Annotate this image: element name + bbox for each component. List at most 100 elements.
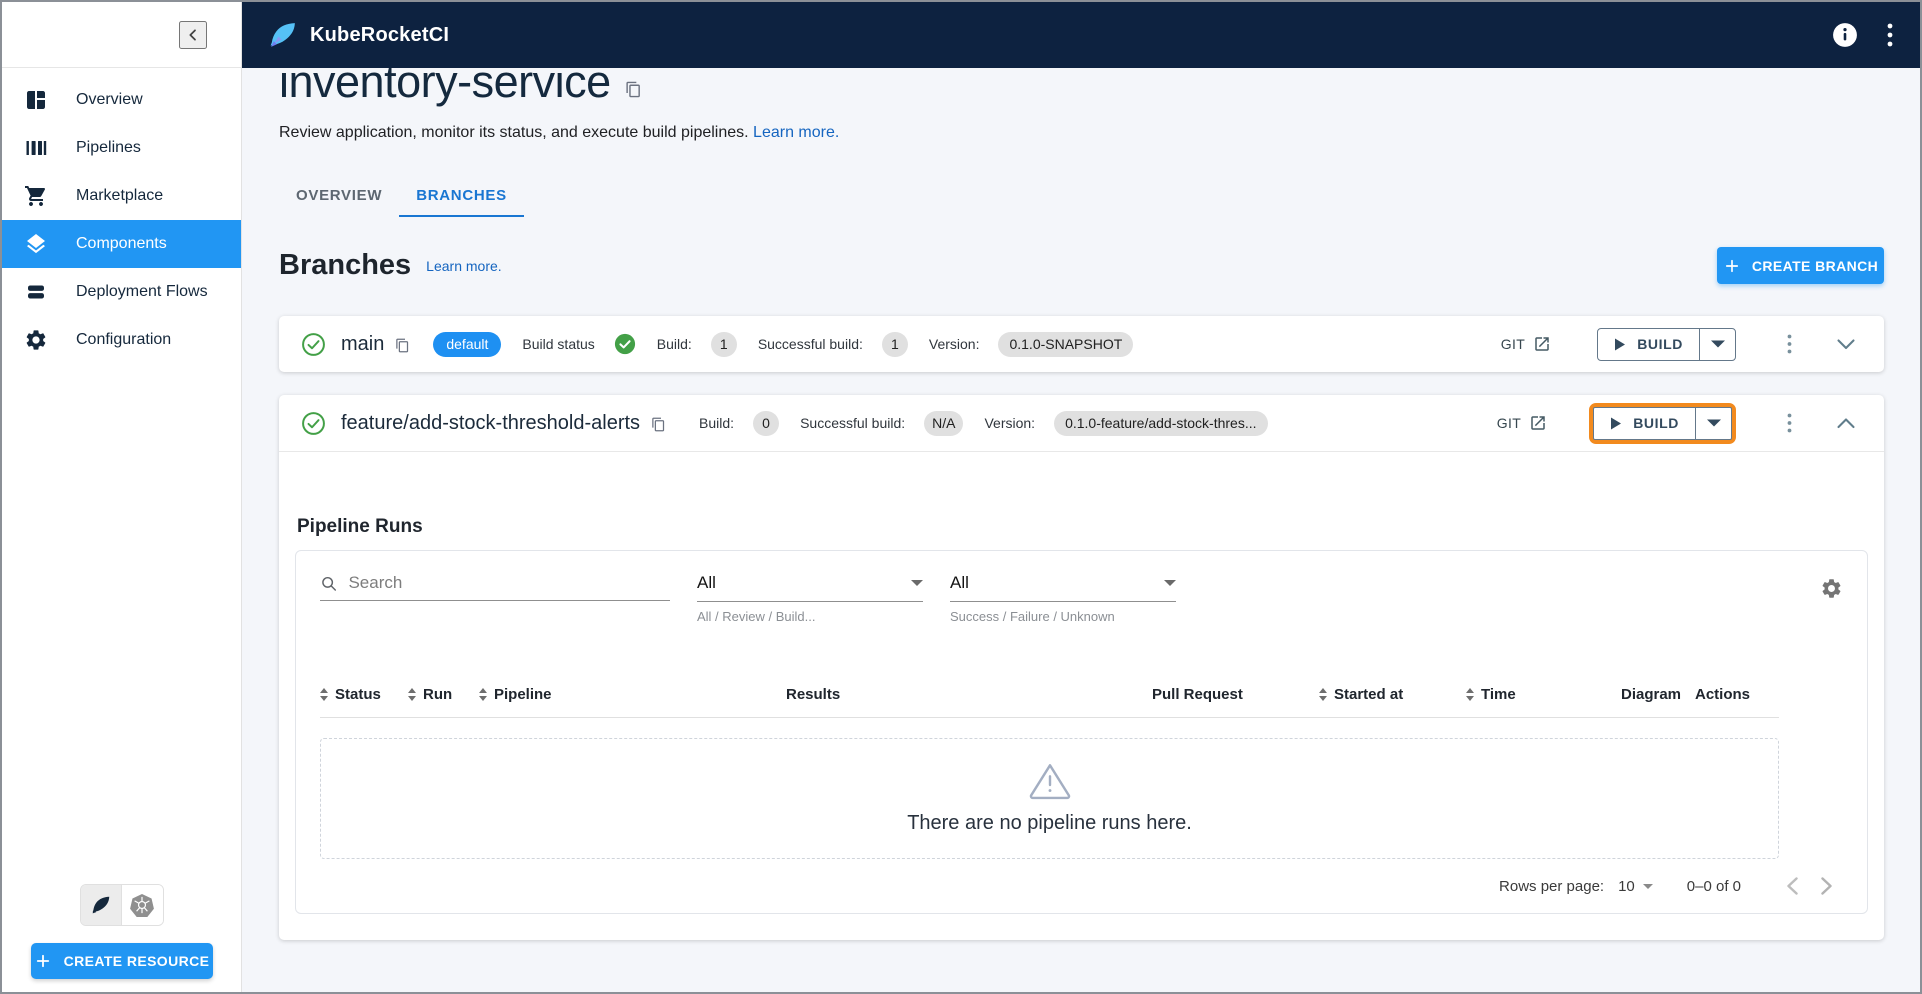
pipelines-icon [24,136,48,160]
branches-heading-row: Branches Learn more. CREATE BRANCH [279,247,1884,284]
copy-branch-name-icon[interactable] [651,417,666,432]
play-icon [1611,417,1622,429]
status-select[interactable]: All [950,573,1176,602]
empty-state: There are no pipeline runs here. [320,738,1779,859]
search-icon [322,576,336,591]
collapse-branch-button[interactable] [1830,407,1862,439]
sort-icon [1319,688,1327,701]
kuberocketci-view-toggle[interactable] [80,885,122,925]
plus-icon [36,954,49,968]
rows-per-page-select[interactable]: 10 [1618,878,1653,895]
tab-overview[interactable]: OVERVIEW [279,174,399,217]
copy-title-icon[interactable] [625,81,642,98]
description-learn-more-link[interactable]: Learn more. [753,124,839,141]
successful-build-chip: N/A [924,410,964,436]
branch-expanded-body: Pipeline Runs All [279,452,1884,940]
kebab-menu-icon [1887,23,1893,47]
previous-page-button[interactable] [1775,869,1809,903]
open-in-new-icon [1535,337,1549,351]
main-area: KubeRocketCI inventory-service Review ap… [242,2,1920,992]
pipeline-type-select[interactable]: All [697,573,923,602]
column-header-results: Results [786,686,841,703]
sidebar-nav: Overview Pipelines Marketplace Component… [2,68,241,364]
layers-icon [24,232,48,256]
top-app-bar: KubeRocketCI [242,2,1920,68]
git-link[interactable]: GIT [1497,414,1548,432]
sidebar-collapse-button[interactable] [179,20,207,49]
create-resource-label: CREATE RESOURCE [63,953,210,969]
branch-name: feature/add-stock-threshold-alerts [341,411,641,434]
sort-icon [408,688,416,701]
copy-branch-name-icon[interactable] [395,338,410,353]
chevron-down-icon [1837,338,1855,349]
app-brand[interactable]: KubeRocketCI [268,20,449,50]
branch-actions-menu-button[interactable] [1774,408,1804,438]
pagination-bar: Rows per page: 10 0–0 of 0 [320,859,1843,913]
chevron-up-icon [1837,417,1855,428]
status-select-field: All Success / Failure / Unknown [950,573,1176,624]
sidebar-item-marketplace[interactable]: Marketplace [2,172,241,220]
column-header-started-at[interactable]: Started at [1319,686,1466,703]
table-settings-button[interactable] [1820,577,1843,600]
branch-header-feature: feature/add-stock-threshold-alerts Build… [279,395,1884,451]
pagination-range: 0–0 of 0 [1686,877,1741,895]
build-dropdown-button[interactable] [1699,328,1735,360]
kubernetes-view-toggle[interactable] [121,885,163,925]
info-button[interactable] [1832,22,1858,48]
search-field [320,573,670,601]
build-dropdown-button[interactable] [1695,407,1731,439]
page-title: inventory-service [279,68,611,107]
gear-icon [24,328,48,352]
tab-branches[interactable]: BRANCHES [399,174,524,217]
build-button[interactable]: BUILD [1594,408,1695,439]
default-branch-chip: default [433,331,502,357]
pipeline-runs-panel: All All / Review / Build... All [295,550,1868,914]
sidebar-item-deployment-flows[interactable]: Deployment Flows [2,268,241,316]
sidebar-item-label: Deployment Flows [76,283,208,300]
sidebar-item-pipelines[interactable]: Pipelines [2,124,241,172]
search-input[interactable] [348,573,670,593]
sidebar-item-label: Overview [76,91,143,108]
column-header-time[interactable]: Time [1466,686,1621,703]
version-label: Version: [928,336,980,352]
column-header-status[interactable]: Status [320,686,408,703]
create-branch-button[interactable]: CREATE BRANCH [1717,247,1884,284]
caret-down-icon [911,580,923,586]
sidebar-item-label: Configuration [76,331,172,348]
sidebar-item-components[interactable]: Components [2,220,241,268]
build-count-chip: 0 [753,410,780,436]
branch-actions-menu-button[interactable] [1774,329,1804,359]
column-header-run[interactable]: Run [408,686,479,703]
successful-build-label: Successful build: [757,336,863,352]
branch-header-main: main default Build status Build: 1 Succe… [279,316,1884,372]
arrow-drop-down-icon [1706,419,1721,427]
create-resource-button[interactable]: CREATE RESOURCE [30,943,213,979]
sidebar-footer: CREATE RESOURCE [2,884,241,992]
branches-learn-more-link[interactable]: Learn more. [426,258,501,274]
build-button[interactable]: BUILD [1598,329,1699,360]
page-title-wrap: inventory-service [279,68,1884,108]
overflow-menu-button[interactable] [1886,22,1894,48]
column-header-pipeline[interactable]: Pipeline [479,686,786,703]
expand-branch-button[interactable] [1830,328,1862,360]
next-page-button[interactable] [1809,869,1843,903]
filters-row: All All / Review / Build... All [320,567,1843,624]
column-header-pull-request: Pull Request [1152,686,1243,703]
caret-down-icon [1642,883,1653,889]
plus-icon [1725,259,1738,272]
tabs: OVERVIEW BRANCHES [279,174,1884,217]
status-helper: Success / Failure / Unknown [950,609,1115,624]
sidebar-item-overview[interactable]: Overview [2,76,241,124]
cart-icon [24,184,48,208]
sort-icon [320,688,328,701]
dashboard-icon [24,88,48,112]
git-link[interactable]: GIT [1501,335,1552,353]
kuberocketci-logo-icon [270,23,295,47]
sidebar-item-label: Marketplace [76,187,164,204]
build-count-label: Build: [699,415,735,431]
version-label: Version: [984,415,1036,431]
sidebar-item-configuration[interactable]: Configuration [2,316,241,364]
sort-icon [1466,688,1474,701]
table-header-row: Status Run Pipeline Results Pull Request… [320,686,1779,718]
successful-build-label: Successful build: [800,415,906,431]
